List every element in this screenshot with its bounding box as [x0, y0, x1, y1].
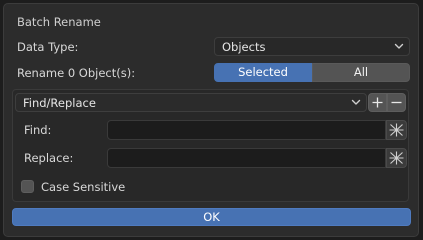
data-type-value: Objects — [222, 40, 266, 54]
eyedropper-icon — [389, 151, 404, 165]
case-sensitive-checkbox[interactable] — [21, 180, 34, 193]
remove-operation-button[interactable] — [387, 93, 406, 112]
replace-eyedropper-button[interactable] — [386, 148, 407, 168]
add-operation-button[interactable] — [368, 93, 387, 112]
ok-button[interactable]: OK — [12, 208, 411, 226]
find-label: Find: — [24, 123, 52, 137]
eyedropper-icon — [389, 123, 404, 137]
scope-selected-button[interactable]: Selected — [214, 63, 312, 82]
scope-all-button[interactable]: All — [312, 63, 410, 82]
data-type-label: Data Type: — [17, 40, 79, 54]
case-sensitive-label: Case Sensitive — [41, 180, 126, 194]
chevron-down-icon — [351, 99, 361, 105]
find-input[interactable] — [107, 120, 386, 140]
operation-value: Find/Replace — [23, 96, 96, 110]
chevron-down-icon — [394, 43, 404, 49]
plus-icon — [372, 97, 383, 108]
replace-label: Replace: — [24, 151, 74, 165]
find-eyedropper-button[interactable] — [386, 120, 407, 140]
rename-count-label: Rename 0 Object(s): — [17, 66, 136, 80]
operation-dropdown[interactable]: Find/Replace — [15, 93, 367, 112]
minus-icon — [391, 101, 402, 104]
data-type-dropdown[interactable]: Objects — [214, 37, 410, 56]
replace-input[interactable] — [107, 148, 386, 168]
dialog-title: Batch Rename — [17, 15, 101, 29]
